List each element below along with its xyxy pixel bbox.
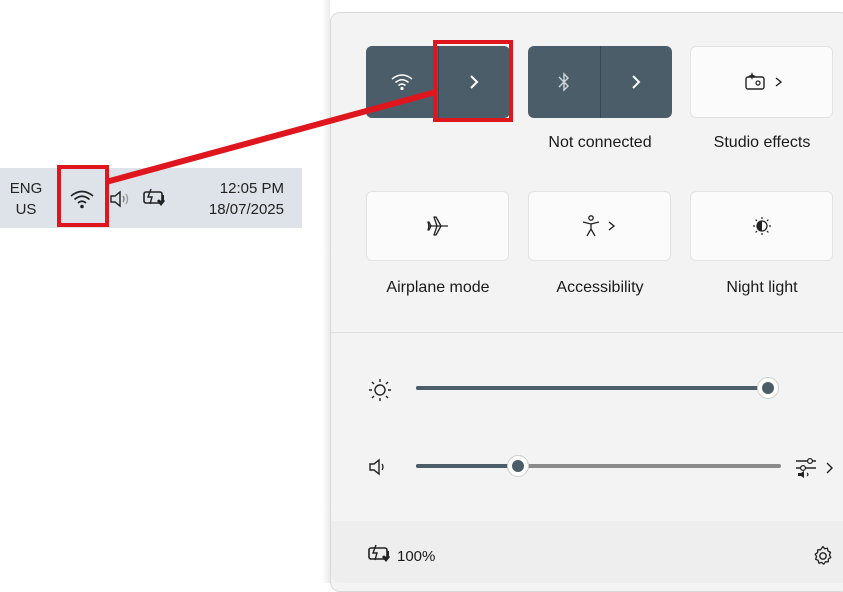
chevron-right-icon (632, 75, 641, 89)
taskbar: ENG US 12:05 PM 18/07/2025 (0, 168, 302, 228)
studio-effects-tile[interactable] (690, 46, 833, 118)
volume-icon[interactable] (106, 186, 134, 212)
bluetooth-icon (558, 72, 569, 92)
studio-effects-icon (744, 72, 782, 90)
bluetooth-toggle[interactable] (528, 46, 600, 118)
night-light-icon (752, 217, 771, 235)
bluetooth-expand-button[interactable] (601, 46, 673, 118)
accessibility-tile[interactable] (528, 191, 671, 261)
settings-button[interactable] (811, 544, 835, 568)
bluetooth-tile (528, 46, 672, 118)
bluetooth-tile-label: Not connected (548, 134, 652, 151)
wifi-expand-highlight (433, 40, 513, 122)
panel-shadow (322, 0, 330, 583)
accessibility-label: Accessibility (556, 279, 644, 296)
battery-charging-icon[interactable] (140, 184, 170, 212)
airplane-mode-tile[interactable] (366, 191, 509, 261)
clock[interactable]: 12:05 PM 18/07/2025 (209, 178, 284, 220)
night-light-label: Night light (726, 279, 798, 296)
audio-output-button[interactable] (794, 456, 838, 480)
language-region: US (15, 201, 37, 218)
airplane-icon (426, 216, 448, 236)
volume-slider-fill (416, 464, 519, 468)
battery-charging-icon[interactable] (366, 542, 394, 566)
wifi-toggle[interactable] (366, 46, 438, 118)
studio-effects-label: Studio effects (713, 134, 811, 151)
language-code: ENG (9, 180, 43, 197)
brightness-slider-fill (416, 386, 768, 390)
battery-percentage[interactable]: 100% (397, 548, 435, 565)
gear-icon (814, 545, 832, 565)
language-indicator[interactable]: ENG US (6, 178, 46, 220)
volume-icon (367, 456, 389, 478)
brightness-icon (367, 377, 393, 403)
clock-time: 12:05 PM (219, 180, 284, 197)
accessibility-icon (582, 215, 615, 237)
night-light-tile[interactable] (690, 191, 833, 261)
audio-mixer-icon (796, 457, 833, 478)
taskbar-wifi-highlight (57, 165, 109, 227)
airplane-mode-label: Airplane mode (386, 279, 490, 296)
clock-date: 18/07/2025 (208, 201, 284, 218)
brightness-slider-thumb[interactable] (757, 377, 779, 399)
separator (331, 332, 843, 333)
wifi-icon (391, 74, 413, 91)
